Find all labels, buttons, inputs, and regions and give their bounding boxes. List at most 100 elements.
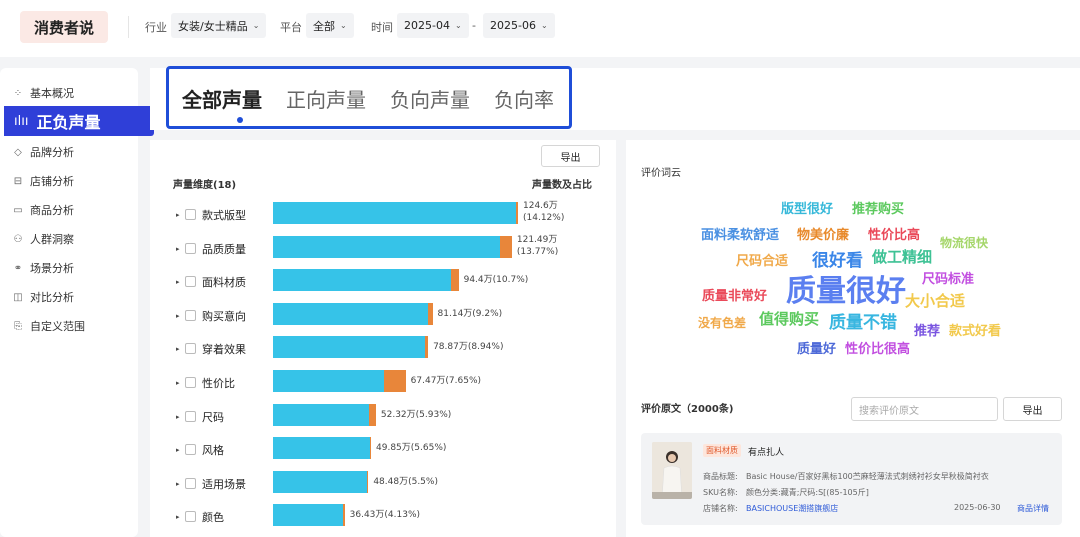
sidebar-item-label: 品牌分析 xyxy=(30,146,74,159)
expand-caret-icon[interactable]: ▸ xyxy=(176,480,180,488)
sidebar-item-scene[interactable]: ⚭ 场景分析 xyxy=(12,260,74,276)
cloud-word[interactable]: 做工精细 xyxy=(872,250,932,265)
app-logo[interactable]: 消费者说 xyxy=(20,11,108,43)
sidebar-item-compare[interactable]: ◫ 对比分析 xyxy=(12,289,74,305)
time-end-select[interactable]: 2025-06 ⌄ xyxy=(483,13,555,38)
cloud-word[interactable]: 物流很快 xyxy=(940,237,988,249)
row-checkbox[interactable] xyxy=(185,477,196,489)
bar-row[interactable]: ▸ 风格 49.85万(5.65%) xyxy=(150,437,616,467)
cloud-word[interactable]: 推荐购买 xyxy=(852,203,904,216)
tab-all-volume[interactable]: 全部声量 xyxy=(182,84,262,113)
cloud-word[interactable]: 质量非常好 xyxy=(702,290,767,303)
bar-row[interactable]: ▸ 颜色 36.43万(4.13%) xyxy=(150,504,616,534)
platform-value: 全部 xyxy=(313,19,335,33)
row-checkbox[interactable] xyxy=(185,309,196,321)
bar-category-label: 颜色 xyxy=(202,511,224,525)
people-icon: ⚇ xyxy=(13,233,23,245)
volume-chart-panel: 导出 声量维度(18) 声量数及占比 ▸ 款式版型 124.6万(14.12%) ▸ 品… xyxy=(150,140,616,537)
sidebar-item-product[interactable]: ▭ 商品分析 xyxy=(12,202,74,218)
divider xyxy=(128,16,129,38)
bar-row[interactable]: ▸ 面料材质 94.4万(10.7%) xyxy=(150,269,616,299)
positive-bar-segment xyxy=(273,470,367,493)
bar-row[interactable]: ▸ 性价比 67.47万(7.65%) xyxy=(150,370,616,400)
tab-highlight-box: 全部声量 正向声量 负向声量 负向率 xyxy=(166,66,572,129)
sidebar-item-sentiment-volume[interactable]: ılıı 正负声量 xyxy=(4,106,154,136)
positive-bar-segment xyxy=(273,437,370,460)
bar-row[interactable]: ▸ 尺码 52.32万(5.93%) xyxy=(150,403,616,434)
platform-select[interactable]: 全部 ⌄ xyxy=(306,13,354,38)
sidebar-item-overview[interactable]: ⁘ 基本概况 xyxy=(12,85,74,101)
time-start-select[interactable]: 2025-04 ⌄ xyxy=(397,13,469,38)
review-export-button[interactable]: 导出 xyxy=(1003,397,1062,421)
cloud-word[interactable]: 物美价廉 xyxy=(797,229,849,242)
bar-category-label: 购买意向 xyxy=(202,309,246,323)
cloud-word[interactable]: 面料柔软舒适 xyxy=(701,229,779,242)
tab-negative-rate[interactable]: 负向率 xyxy=(494,84,554,113)
expand-caret-icon[interactable]: ▸ xyxy=(176,345,180,353)
expand-caret-icon[interactable]: ▸ xyxy=(176,211,180,219)
cloud-word[interactable]: 很好看 xyxy=(812,253,863,270)
product-thumbnail[interactable] xyxy=(652,442,692,499)
sidebar-item-custom-range[interactable]: ⎘ 自定义范围 xyxy=(12,318,85,334)
chevron-down-icon: ⌄ xyxy=(454,21,462,30)
row-checkbox[interactable] xyxy=(185,377,196,388)
sku-value: 颜色分类:藏青;尺码:S[(85-105斤] xyxy=(746,488,869,497)
cloud-word[interactable]: 推荐 xyxy=(914,325,940,338)
sidebar-item-audience[interactable]: ⚇ 人群洞察 xyxy=(12,231,74,247)
platform-label: 平台 xyxy=(280,21,302,34)
row-checkbox[interactable] xyxy=(185,511,196,523)
sidebar-item-brand[interactable]: ◇ 品牌分析 xyxy=(12,144,74,160)
expand-caret-icon[interactable]: ▸ xyxy=(176,413,180,421)
negative-bar-segment xyxy=(427,302,433,325)
bar-row[interactable]: ▸ 款式版型 124.6万(14.12%) xyxy=(150,201,616,232)
chevron-down-icon: ⌄ xyxy=(252,21,260,30)
time-separator: - xyxy=(472,19,476,32)
bar-category-label: 款式版型 xyxy=(202,209,246,222)
cloud-word[interactable]: 值得购买 xyxy=(759,312,819,327)
expand-caret-icon[interactable]: ▸ xyxy=(176,245,180,253)
sidebar: ⁘ 基本概况 ılıı 正负声量 ◇ 品牌分析 ⊟ 店铺分析 ▭ 商品分析 ⚇ … xyxy=(0,68,154,537)
cloud-word[interactable]: 版型很好 xyxy=(781,203,833,216)
expand-caret-icon[interactable]: ▸ xyxy=(176,446,180,454)
row-checkbox[interactable] xyxy=(185,209,196,220)
bar-row[interactable]: ▸ 购买意向 81.14万(9.2%) xyxy=(150,302,616,333)
cloud-word[interactable]: 性价比很高 xyxy=(845,343,910,356)
expand-caret-icon[interactable]: ▸ xyxy=(176,513,180,521)
cloud-word[interactable]: 款式好看 xyxy=(949,325,1001,338)
row-checkbox[interactable] xyxy=(185,410,196,422)
store-link[interactable]: BASICHOUSE潮搭旗舰店 xyxy=(746,503,838,514)
bar-value-label: 48.48万(5.5%) xyxy=(373,476,438,487)
sidebar-item-store[interactable]: ⊟ 店铺分析 xyxy=(12,173,74,189)
expand-caret-icon[interactable]: ▸ xyxy=(176,379,180,387)
time-end-value: 2025-06 xyxy=(490,19,536,32)
positive-bar-segment xyxy=(273,269,452,292)
cloud-word[interactable]: 质量好 xyxy=(797,343,836,356)
tag-icon: ◇ xyxy=(14,146,22,158)
review-search-input[interactable]: 搜索评价原文 xyxy=(851,397,998,421)
cloud-word[interactable]: 大小合适 xyxy=(905,294,965,309)
bar-value-label: 121.49万(13.77%) xyxy=(516,234,559,257)
tab-positive-volume[interactable]: 正向声量 xyxy=(286,84,366,113)
cloud-word[interactable]: 质量不错 xyxy=(829,315,897,332)
bar-row[interactable]: ▸ 穿着效果 78.87万(8.94%) xyxy=(150,336,616,366)
industry-select[interactable]: 女装/女士精品 ⌄ xyxy=(171,13,267,38)
store-icon: ⊟ xyxy=(13,175,23,187)
row-checkbox[interactable] xyxy=(185,343,196,355)
sidebar-item-label: 正负声量 xyxy=(36,113,101,132)
sidebar-item-label: 对比分析 xyxy=(30,291,74,304)
bar-row[interactable]: ▸ 适用场景 48.48万(5.5%) xyxy=(150,470,616,501)
cloud-word[interactable]: 性价比高 xyxy=(868,229,920,242)
expand-caret-icon[interactable]: ▸ xyxy=(176,312,180,320)
cloud-word[interactable]: 尺码合适 xyxy=(736,255,788,268)
export-button[interactable]: 导出 xyxy=(541,145,600,167)
cloud-word[interactable]: 尺码标准 xyxy=(922,273,974,286)
row-checkbox[interactable] xyxy=(185,444,196,456)
product-detail-link[interactable]: 商品详情 xyxy=(1017,503,1049,514)
cloud-word[interactable]: 没有色差 xyxy=(698,317,746,329)
expand-caret-icon[interactable]: ▸ xyxy=(176,278,180,286)
cloud-word[interactable]: 质量很好 xyxy=(786,277,906,307)
bar-row[interactable]: ▸ 品质质量 121.49万(13.77%) xyxy=(150,234,616,266)
row-checkbox[interactable] xyxy=(185,276,196,288)
tab-negative-volume[interactable]: 负向声量 xyxy=(390,84,470,113)
row-checkbox[interactable] xyxy=(185,242,196,254)
